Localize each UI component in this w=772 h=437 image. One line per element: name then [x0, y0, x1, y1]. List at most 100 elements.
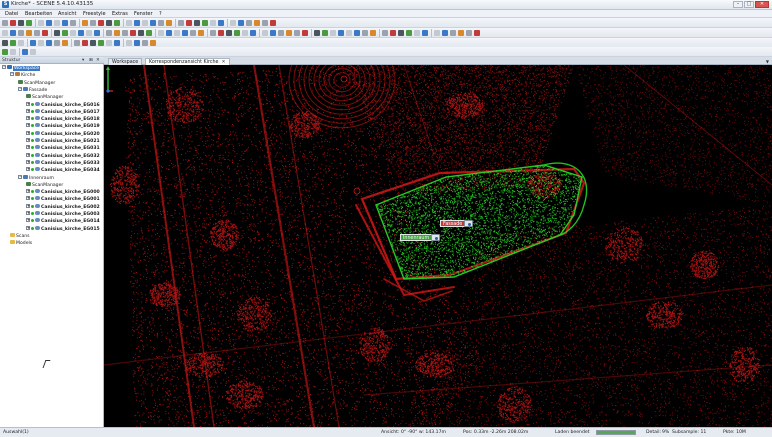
toolbar-button-icon[interactable]: [194, 20, 200, 26]
tree-item[interactable]: ScanManager: [26, 181, 63, 189]
tab-list-dropdown-icon[interactable]: ▼: [766, 59, 769, 64]
pin-panel-icon[interactable]: ⊞: [89, 58, 93, 63]
toolbar-button-icon[interactable]: [2, 40, 8, 46]
toolbar-button-icon[interactable]: [382, 30, 388, 36]
toolbar-button-icon[interactable]: [26, 20, 32, 26]
tree-item[interactable]: − Workspace: [2, 65, 41, 72]
expand-icon[interactable]: +: [26, 130, 30, 135]
toolbar-button-icon[interactable]: [158, 20, 164, 26]
toolbar-button-icon[interactable]: [278, 30, 284, 36]
tree-item[interactable]: Scans: [10, 232, 30, 240]
toolbar-button-icon[interactable]: [122, 30, 128, 36]
toolbar-button-icon[interactable]: [106, 30, 112, 36]
tree-item[interactable]: ScanManager: [18, 79, 55, 87]
toolbar-button-icon[interactable]: [202, 20, 208, 26]
toolbar-button-icon[interactable]: [314, 30, 320, 36]
expand-icon[interactable]: +: [26, 123, 30, 128]
toolbar-button-icon[interactable]: [210, 30, 216, 36]
fassade-cluster-label[interactable]: Fassade: [440, 220, 466, 227]
tree-item[interactable]: + Canisius_kirche_EG020: [26, 130, 100, 138]
expand-icon[interactable]: +: [26, 218, 30, 223]
toolbar-button-icon[interactable]: [94, 30, 100, 36]
toolbar-button-icon[interactable]: [46, 20, 52, 26]
toolbar-button-icon[interactable]: [362, 30, 368, 36]
toolbar-button-icon[interactable]: [234, 30, 240, 36]
close-panel-icon[interactable]: ✕: [96, 58, 100, 63]
toolbar-button-icon[interactable]: [82, 40, 88, 46]
expand-icon[interactable]: +: [26, 101, 30, 106]
toolbar-button-icon[interactable]: [158, 30, 164, 36]
toolbar-button-icon[interactable]: [38, 40, 44, 46]
toolbar-button-icon[interactable]: [302, 30, 308, 36]
toolbar-button-icon[interactable]: [138, 30, 144, 36]
toolbar-button-icon[interactable]: [406, 30, 412, 36]
toolbar-button-icon[interactable]: [38, 20, 44, 26]
toolbar-button-icon[interactable]: [270, 30, 276, 36]
toolbar-button-icon[interactable]: [286, 30, 292, 36]
tab-korrespondenzansicht[interactable]: Korrespondenzansicht Kirche ✕: [145, 58, 230, 65]
toolbar-button-icon[interactable]: [114, 40, 120, 46]
toolbar-button-icon[interactable]: [70, 20, 76, 26]
toolbar-button-icon[interactable]: [254, 20, 260, 26]
toolbar-button-icon[interactable]: [26, 30, 32, 36]
toolbar-button-icon[interactable]: [78, 30, 84, 36]
toolbar-button-icon[interactable]: [126, 20, 132, 26]
toolbar-button-icon[interactable]: [86, 30, 92, 36]
toolbar-button-icon[interactable]: [106, 40, 112, 46]
expand-icon[interactable]: +: [26, 159, 30, 164]
toolbar-button-icon[interactable]: [346, 30, 352, 36]
innenraum-visibility-eye-icon[interactable]: [431, 234, 440, 241]
tree-item[interactable]: + Canisius_kirche_EG001: [26, 196, 100, 203]
toolbar-button-icon[interactable]: [62, 20, 68, 26]
toolbar-button-icon[interactable]: [114, 30, 120, 36]
toolbar-button-icon[interactable]: [198, 30, 204, 36]
scene-app-icon[interactable]: S: [2, 1, 9, 8]
toolbar-button-icon[interactable]: [82, 20, 88, 26]
toolbar-button-icon[interactable]: [130, 30, 136, 36]
tree-item[interactable]: + Canisius_kirche_EG034: [26, 167, 100, 174]
tree-item[interactable]: + Canisius_kirche_EG017: [26, 108, 100, 116]
tree-item[interactable]: + Canisius_kirche_EG032: [26, 152, 100, 160]
toolbar-button-icon[interactable]: [142, 20, 148, 26]
toolbar-button-icon[interactable]: [230, 20, 236, 26]
toolbar-button-icon[interactable]: [226, 30, 232, 36]
toolbar-button-icon[interactable]: [434, 30, 440, 36]
tree-item[interactable]: − Kirche: [10, 72, 35, 79]
toolbar-button-icon[interactable]: [210, 20, 216, 26]
toolbar-button-icon[interactable]: [218, 30, 224, 36]
collapse-icon[interactable]: −: [2, 65, 6, 69]
tree-item[interactable]: + Canisius_kirche_EG031: [26, 145, 100, 152]
toolbar-button-icon[interactable]: [442, 30, 448, 36]
toolbar-button-icon[interactable]: [126, 40, 132, 46]
expand-icon[interactable]: +: [26, 108, 30, 113]
toolbar-button-icon[interactable]: [34, 30, 40, 36]
toolbar-button-icon[interactable]: [98, 20, 104, 26]
expand-icon[interactable]: +: [26, 211, 30, 215]
toolbar-button-icon[interactable]: [174, 30, 180, 36]
tree-item[interactable]: Models: [10, 240, 32, 247]
toolbar-button-icon[interactable]: [90, 40, 96, 46]
toolbar-button-icon[interactable]: [62, 30, 68, 36]
close-button[interactable]: ✕: [755, 1, 769, 8]
tree-item[interactable]: + Canisius_kirche_EG002: [26, 203, 100, 211]
toolbar-button-icon[interactable]: [10, 49, 16, 55]
toolbar-button-icon[interactable]: [10, 40, 16, 46]
toolbar-button-icon[interactable]: [146, 30, 152, 36]
toolbar-button-icon[interactable]: [30, 49, 36, 55]
expand-icon[interactable]: +: [26, 116, 30, 121]
toolbar-button-icon[interactable]: [10, 30, 16, 36]
toolbar-button-icon[interactable]: [458, 30, 464, 36]
toolbar-button-icon[interactable]: [70, 30, 76, 36]
tree-item[interactable]: + Canisius_kirche_EG000: [26, 189, 100, 196]
tree-item[interactable]: + Canisius_kirche_EG019: [26, 123, 100, 130]
toolbar-button-icon[interactable]: [466, 30, 472, 36]
toolbar-button-icon[interactable]: [106, 20, 112, 26]
toolbar-button-icon[interactable]: [190, 30, 196, 36]
toolbar-button-icon[interactable]: [150, 40, 156, 46]
expand-icon[interactable]: +: [26, 167, 30, 172]
toolbar-button-icon[interactable]: [178, 20, 184, 26]
tree-item[interactable]: + Canisius_kirche_EG033: [26, 159, 100, 167]
toolbar-button-icon[interactable]: [2, 49, 8, 55]
toolbar-button-icon[interactable]: [54, 30, 60, 36]
menu-freestyle[interactable]: Freestyle: [83, 11, 106, 17]
